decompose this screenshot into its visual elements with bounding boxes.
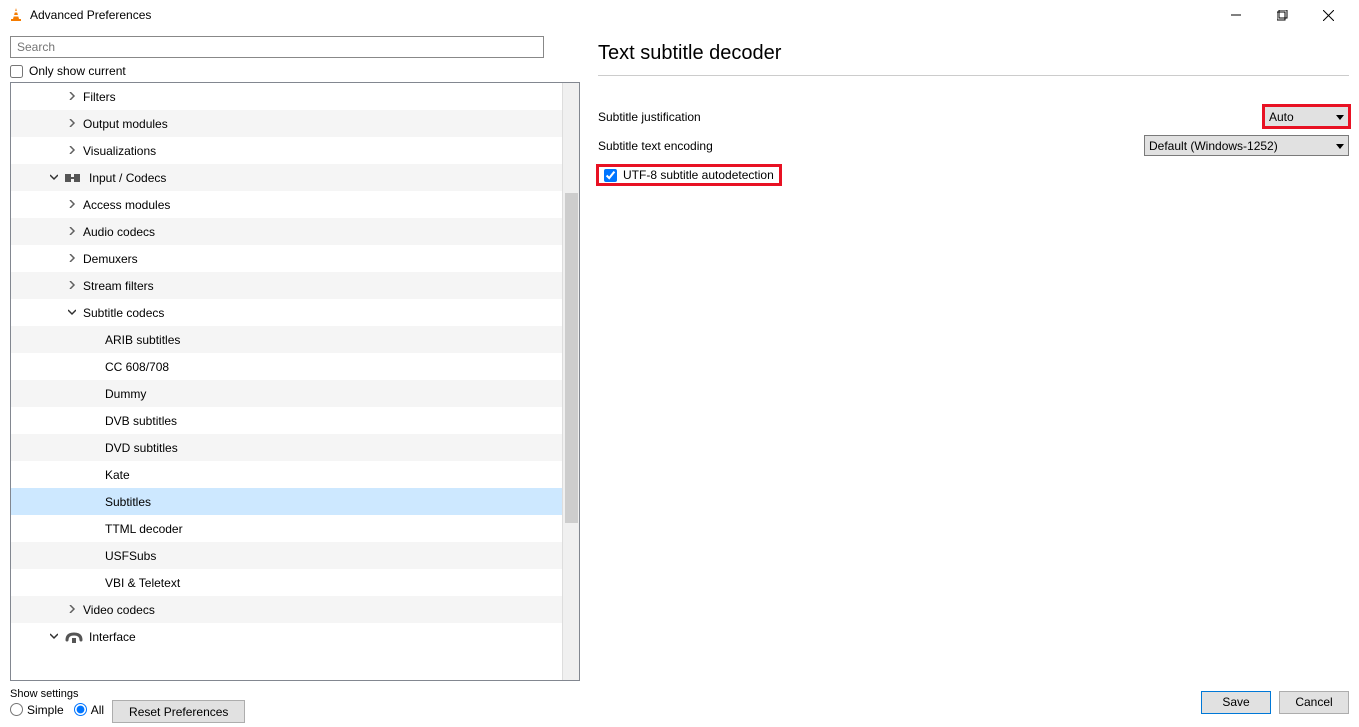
close-button[interactable] <box>1305 0 1351 30</box>
tree-item-label: CC 608/708 <box>105 360 169 374</box>
tree-item-label: Stream filters <box>83 279 154 293</box>
reset-button[interactable]: Reset Preferences <box>112 700 245 723</box>
tree-item[interactable]: Filters <box>11 83 562 110</box>
tree-item[interactable]: ARIB subtitles <box>11 326 562 353</box>
tree-item[interactable]: TTML decoder <box>11 515 562 542</box>
tree-item-label: ARIB subtitles <box>105 333 180 347</box>
only-show-current[interactable]: Only show current <box>10 64 580 78</box>
tree-item[interactable]: Visualizations <box>11 137 562 164</box>
tree-item-label: Kate <box>105 468 130 482</box>
tree-item-label: Visualizations <box>83 144 156 158</box>
tree-item-label: DVB subtitles <box>105 414 177 428</box>
right-panel: Text subtitle decoder Subtitle justifica… <box>598 36 1349 681</box>
chevron-down-icon <box>1336 139 1344 153</box>
vertical-scrollbar[interactable] <box>562 83 579 680</box>
only-show-current-label: Only show current <box>29 64 126 78</box>
tree-item[interactable]: Input / Codecs <box>11 164 562 191</box>
footer: Show settings Simple All Reset Preferenc… <box>0 681 1359 727</box>
tree-container: Filters Output modules Visualizations Input… <box>10 82 580 681</box>
tree-item[interactable]: CC 608/708 <box>11 353 562 380</box>
chevron-right-icon[interactable] <box>65 118 79 130</box>
tree-item-label: Dummy <box>105 387 146 401</box>
panel-heading: Text subtitle decoder <box>598 38 1349 76</box>
maximize-button[interactable] <box>1259 0 1305 30</box>
label-encoding: Subtitle text encoding <box>598 139 713 153</box>
tree-item-label: VBI & Teletext <box>105 576 180 590</box>
tree-item-label: Interface <box>89 630 136 644</box>
cancel-button[interactable]: Cancel <box>1279 691 1349 714</box>
tree-item[interactable]: Subtitle codecs <box>11 299 562 326</box>
row-justification: Subtitle justification Auto <box>598 106 1349 127</box>
tree-item-label: Filters <box>83 90 116 104</box>
chevron-down-icon[interactable] <box>65 307 79 319</box>
tree-item[interactable]: Video codecs <box>11 596 562 623</box>
tree-item[interactable]: Demuxers <box>11 245 562 272</box>
tree-item[interactable]: DVD subtitles <box>11 434 562 461</box>
radio-all[interactable]: All <box>74 703 104 717</box>
tree-item-label: TTML decoder <box>105 522 183 536</box>
row-utf8[interactable]: UTF-8 subtitle autodetection <box>598 166 780 184</box>
chevron-right-icon[interactable] <box>65 91 79 103</box>
chevron-right-icon[interactable] <box>65 226 79 238</box>
iface-icon <box>65 628 83 646</box>
combo-encoding[interactable]: Default (Windows-1252) <box>1144 135 1349 156</box>
chevron-down-icon <box>1336 110 1344 124</box>
chevron-right-icon[interactable] <box>65 280 79 292</box>
tree-item[interactable]: VBI & Teletext <box>11 569 562 596</box>
chevron-right-icon[interactable] <box>65 145 79 157</box>
minimize-button[interactable] <box>1213 0 1259 30</box>
tree-item[interactable]: DVB subtitles <box>11 407 562 434</box>
save-button[interactable]: Save <box>1201 691 1271 714</box>
tree-item[interactable]: Subtitles <box>11 488 562 515</box>
label-justification: Subtitle justification <box>598 110 701 124</box>
radio-simple[interactable]: Simple <box>10 703 64 717</box>
combo-encoding-value: Default (Windows-1252) <box>1149 139 1278 153</box>
vlc-icon <box>8 7 24 23</box>
combo-justification[interactable]: Auto <box>1264 106 1349 127</box>
row-encoding: Subtitle text encoding Default (Windows-… <box>598 135 1349 156</box>
tree-item-label: Demuxers <box>83 252 138 266</box>
show-settings-label: Show settings <box>10 688 104 700</box>
tree-item[interactable]: Access modules <box>11 191 562 218</box>
chevron-down-icon[interactable] <box>47 631 61 643</box>
tree-item-label: Output modules <box>83 117 168 131</box>
tree[interactable]: Filters Output modules Visualizations Input… <box>11 83 562 680</box>
tree-item[interactable]: Kate <box>11 461 562 488</box>
chevron-right-icon[interactable] <box>65 199 79 211</box>
io-icon <box>65 169 83 187</box>
search-input[interactable] <box>10 36 544 58</box>
only-show-current-checkbox[interactable] <box>10 65 23 78</box>
scrollbar-thumb[interactable] <box>565 193 578 523</box>
tree-item-label: Access modules <box>83 198 170 212</box>
tree-item-label: USFSubs <box>105 549 156 563</box>
show-settings-group: Show settings Simple All <box>10 688 104 717</box>
tree-item[interactable]: Interface <box>11 623 562 650</box>
tree-item-label: Subtitle codecs <box>83 306 164 320</box>
window-title: Advanced Preferences <box>30 8 151 22</box>
tree-item[interactable]: Stream filters <box>11 272 562 299</box>
tree-item[interactable]: Dummy <box>11 380 562 407</box>
tree-item[interactable]: USFSubs <box>11 542 562 569</box>
tree-item-label: Input / Codecs <box>89 171 166 185</box>
tree-item-label: DVD subtitles <box>105 441 178 455</box>
chevron-right-icon[interactable] <box>65 253 79 265</box>
tree-item-label: Audio codecs <box>83 225 155 239</box>
tree-item-label: Subtitles <box>105 495 151 509</box>
checkbox-utf8[interactable] <box>604 169 617 182</box>
chevron-down-icon[interactable] <box>47 172 61 184</box>
tree-item[interactable]: Audio codecs <box>11 218 562 245</box>
label-utf8: UTF-8 subtitle autodetection <box>623 168 774 182</box>
tree-item[interactable]: Output modules <box>11 110 562 137</box>
combo-justification-value: Auto <box>1269 110 1294 124</box>
chevron-right-icon[interactable] <box>65 604 79 616</box>
title-bar: Advanced Preferences <box>0 0 1359 30</box>
tree-item-label: Video codecs <box>83 603 155 617</box>
left-panel: Only show current Filters Output modules V… <box>10 36 580 681</box>
